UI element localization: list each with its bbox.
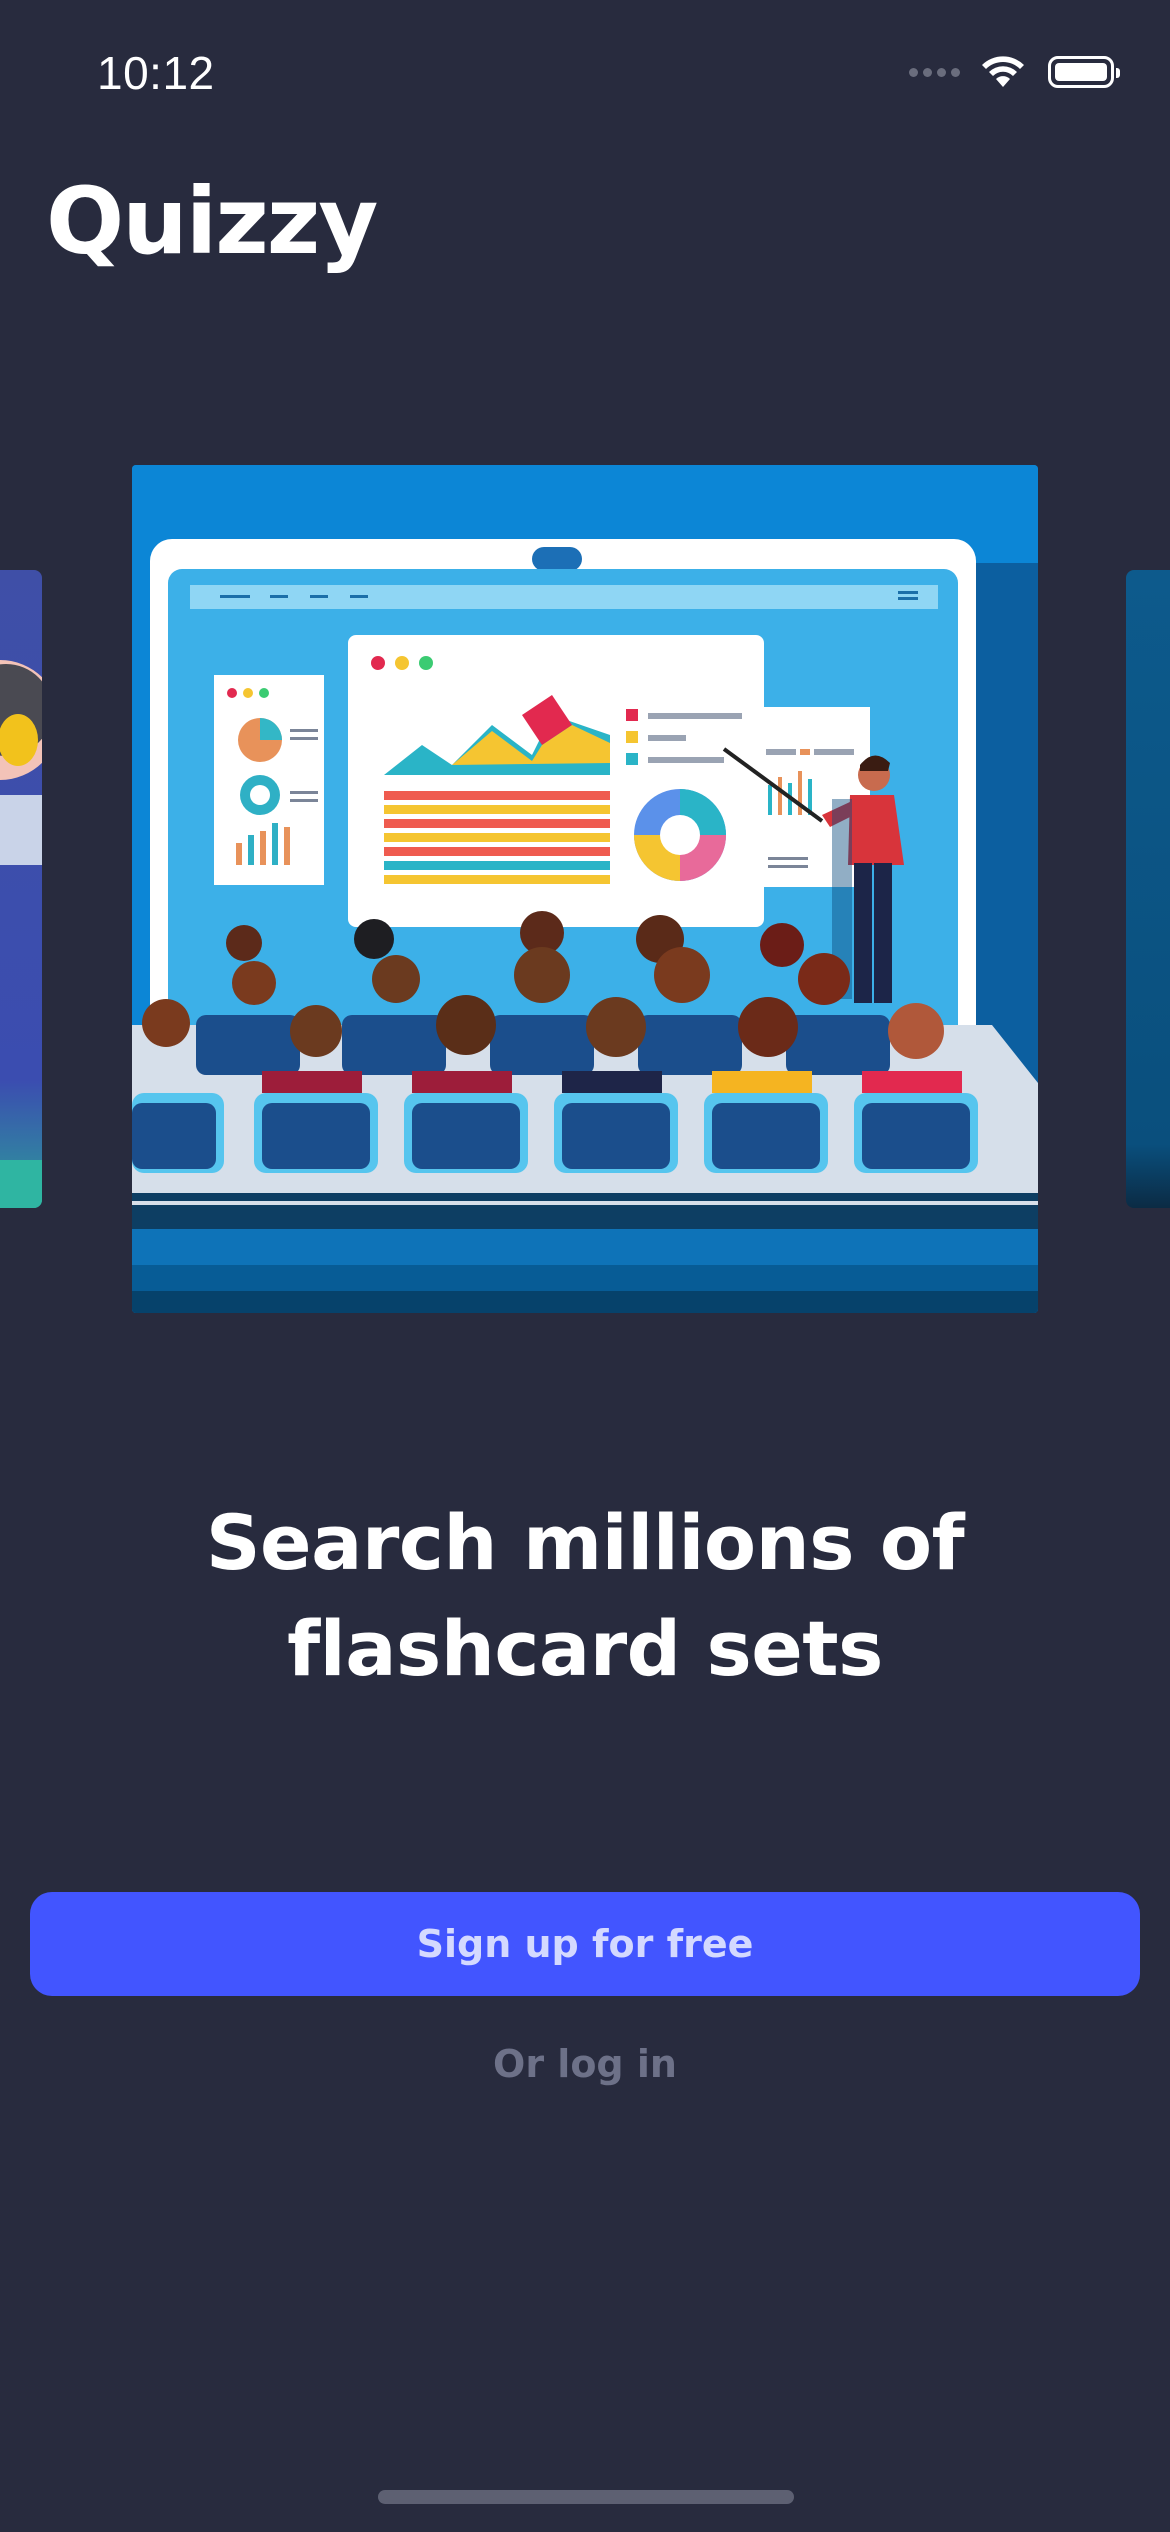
- cellular-signal-icon: [909, 67, 960, 77]
- status-time: 10:12: [97, 47, 215, 99]
- onboarding-illustration-card: [132, 465, 1038, 1313]
- previous-card-illustration: [0, 660, 42, 1208]
- carousel-card-previous[interactable]: [0, 570, 42, 1208]
- status-bar: 10:12: [0, 0, 1170, 150]
- presenter-classroom-illustration: [132, 465, 1038, 1313]
- app-logo: Quizzy: [46, 168, 378, 275]
- headline-line-2: flashcard sets: [287, 1604, 883, 1693]
- headline-line-1: Search millions of: [205, 1498, 965, 1587]
- home-indicator[interactable]: [378, 2490, 794, 2504]
- onboarding-headline: Search millions of flashcard sets: [0, 1490, 1170, 1702]
- wifi-icon: [982, 56, 1024, 87]
- log-in-link[interactable]: Or log in: [0, 2042, 1170, 2086]
- status-icons: [909, 52, 1120, 92]
- sign-up-button[interactable]: Sign up for free: [30, 1892, 1140, 1996]
- battery-icon: [1048, 56, 1120, 88]
- carousel-card-next[interactable]: [1126, 570, 1170, 1208]
